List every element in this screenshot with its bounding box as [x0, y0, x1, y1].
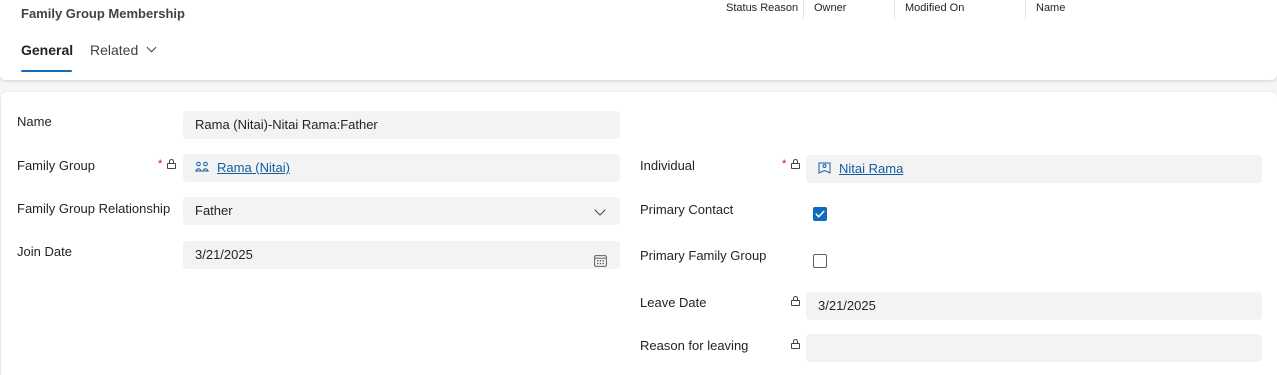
- primary-contact-checkbox[interactable]: [813, 207, 827, 221]
- name-field[interactable]: Rama (Nitai)-Nitai Rama:Father: [183, 111, 620, 139]
- checkmark-icon: [815, 210, 825, 218]
- header-field-status-reason: Status Reason: [726, 2, 799, 14]
- primary-contact-label: Primary Contact: [640, 202, 734, 217]
- chevron-down-icon: [146, 42, 157, 53]
- contact-card-icon: [818, 156, 831, 184]
- relationship-dropdown[interactable]: Father: [183, 197, 620, 225]
- header-field-name: Name: [1025, 0, 1065, 19]
- family-group-label: Family Group: [17, 158, 96, 173]
- required-indicator: *: [782, 158, 787, 170]
- primary-family-group-label: Primary Family Group: [640, 248, 767, 263]
- tab-selected-indicator: [21, 70, 72, 72]
- primary-family-group-checkbox[interactable]: [813, 254, 827, 268]
- join-date-label: Join Date: [17, 244, 72, 259]
- lock-icon: [167, 159, 176, 169]
- leave-date-field[interactable]: 3/21/2025: [806, 292, 1262, 320]
- tab-related-label: Related: [90, 42, 139, 58]
- chevron-down-icon: [594, 204, 606, 216]
- reason-for-leaving-label: Reason for leaving: [640, 338, 749, 353]
- calendar-icon[interactable]: [594, 249, 607, 277]
- family-group-link[interactable]: Rama (Nitai): [217, 160, 290, 175]
- join-date-field[interactable]: 3/21/2025: [183, 241, 620, 269]
- join-date-value: 3/21/2025: [195, 247, 253, 262]
- lock-icon: [791, 159, 800, 169]
- individual-lookup[interactable]: Nitai Rama: [806, 155, 1262, 183]
- header-field-owner: Owner: [803, 0, 846, 19]
- family-group-icon: [194, 155, 210, 183]
- header-field-modified-on: Modified On: [894, 0, 964, 19]
- relationship-label: Family Group Relationship: [17, 201, 171, 216]
- form-header: Family Group Membership Status Reason Ow…: [0, 0, 1277, 80]
- individual-label: Individual: [640, 158, 695, 173]
- tab-related[interactable]: Related: [90, 40, 157, 74]
- reason-for-leaving-field[interactable]: [806, 334, 1262, 362]
- lock-icon: [791, 296, 800, 306]
- name-label: Name: [17, 114, 52, 129]
- required-indicator: *: [158, 158, 163, 170]
- lock-icon: [791, 339, 800, 349]
- individual-link[interactable]: Nitai Rama: [839, 161, 903, 176]
- leave-date-label: Leave Date: [640, 295, 707, 310]
- tab-general[interactable]: General: [21, 40, 73, 74]
- family-group-lookup[interactable]: Rama (Nitai): [183, 154, 620, 182]
- relationship-value: Father: [195, 203, 233, 218]
- entity-title: Family Group Membership: [21, 6, 185, 21]
